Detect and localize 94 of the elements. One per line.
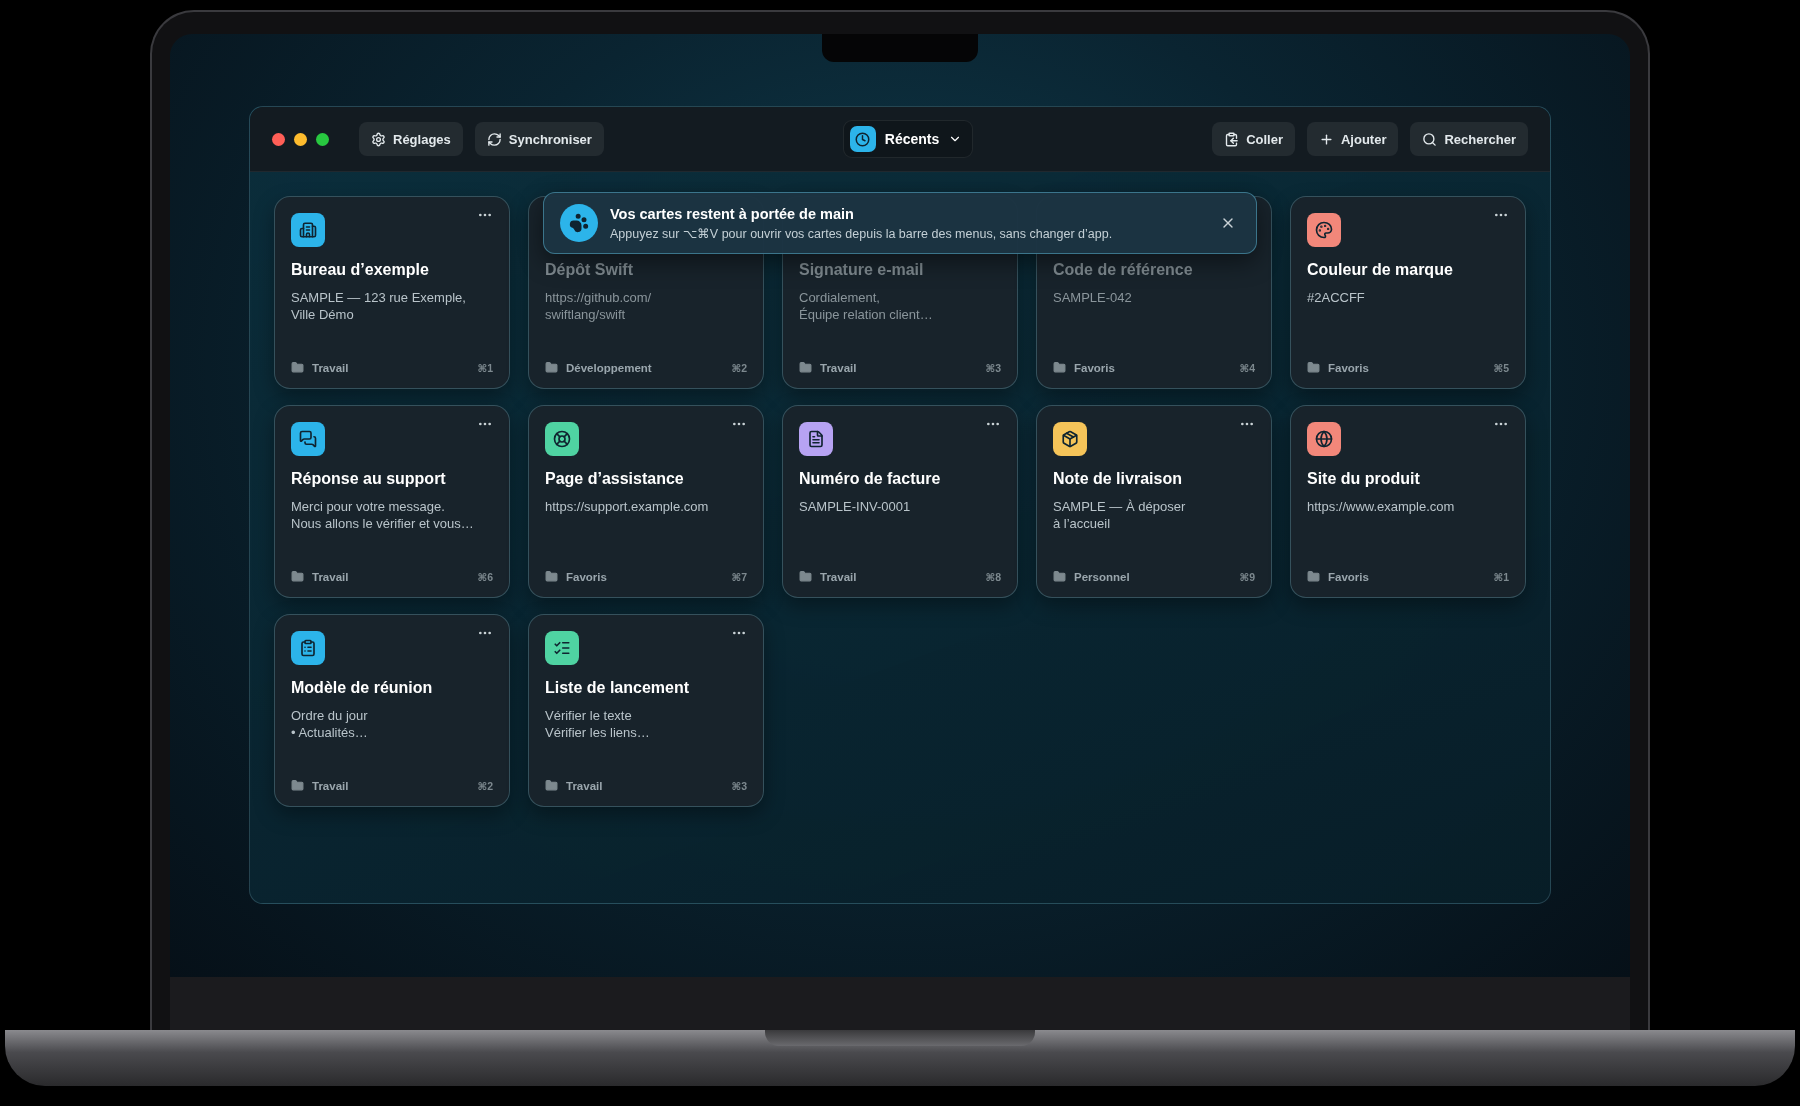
search-icon bbox=[1422, 131, 1438, 147]
window-control-dot[interactable] bbox=[272, 132, 285, 146]
globe-icon bbox=[1315, 430, 1333, 448]
folder-icon bbox=[799, 361, 812, 374]
shortcut-label: ⌘6 bbox=[477, 570, 493, 583]
snippet-card[interactable]: Bureau d’exemple SAMPLE — 123 rue Exemple, Ville Démo Travail ⌘1 bbox=[274, 196, 510, 389]
card-preview: SAMPLE-042 bbox=[1053, 289, 1133, 306]
folder-label: Travail bbox=[312, 570, 350, 583]
clock-icon bbox=[849, 126, 876, 152]
shortcut-label: ⌘4 bbox=[1239, 361, 1255, 374]
card-preview: Cordialement, Équipe relation client… bbox=[799, 289, 934, 323]
snippet-card[interactable]: Numéro de facture SAMPLE-INV-0001 Travail ⌘8 bbox=[782, 405, 1018, 598]
card-title: Code de référence bbox=[1053, 261, 1194, 279]
window-control-dot[interactable] bbox=[294, 132, 307, 146]
shortcut-label: ⌘5 bbox=[1493, 361, 1509, 374]
folder-label: Travail bbox=[820, 361, 858, 374]
folder-label: Favoris bbox=[566, 570, 608, 583]
card-preview: https://github.com/ swiftlang/swift bbox=[545, 289, 653, 323]
refresh-icon bbox=[486, 131, 502, 147]
folder-label: Travail bbox=[312, 779, 350, 792]
folder-label: Travail bbox=[566, 779, 604, 792]
search-button[interactable]: Rechercher bbox=[1410, 122, 1528, 156]
palette-icon bbox=[1315, 221, 1333, 239]
shortcut-label: ⌘3 bbox=[731, 779, 747, 792]
folder-icon bbox=[799, 570, 812, 583]
shortcut-label: ⌘1 bbox=[1493, 570, 1509, 583]
folder-label: Développement bbox=[566, 361, 653, 374]
card-title: Signature e-mail bbox=[799, 261, 925, 279]
card-title: Bureau d’exemple bbox=[291, 261, 430, 279]
card-title: Modèle de réunion bbox=[291, 679, 434, 697]
card-title: Liste de lancement bbox=[545, 679, 691, 697]
clipboard-icon bbox=[1224, 131, 1240, 147]
card-preview: https://support.example.com bbox=[545, 498, 710, 515]
folder-label: Travail bbox=[820, 570, 858, 583]
folder-icon bbox=[291, 570, 304, 583]
snippet-card[interactable]: Réponse au support Merci pour votre message. Nous allons le vérifier et vous… Travail ⌘6 bbox=[274, 405, 510, 598]
folder-icon bbox=[545, 570, 558, 583]
shortcut-label: ⌘2 bbox=[731, 361, 747, 374]
folder-icon bbox=[545, 779, 558, 792]
shortcut-label: ⌘7 bbox=[731, 570, 747, 583]
settings-button[interactable]: Réglages bbox=[359, 122, 463, 156]
folder-icon bbox=[291, 361, 304, 374]
card-title: Site du produit bbox=[1307, 470, 1421, 488]
snippet-card[interactable]: Note de livraison SAMPLE — À déposer à l’accueil Personnel ⌘9 bbox=[1036, 405, 1272, 598]
plus-icon bbox=[1318, 131, 1334, 147]
box-icon bbox=[1061, 430, 1079, 448]
folder-label: Favoris bbox=[1074, 361, 1116, 374]
view-menu-button[interactable]: Récents bbox=[842, 120, 974, 158]
snippet-card[interactable]: Modèle de réunion Ordre du jour • Actualités… Travail ⌘2 bbox=[274, 614, 510, 807]
card-preview: Ordre du jour • Actualités… bbox=[291, 707, 369, 741]
folder-icon bbox=[291, 779, 304, 792]
card-title: Couleur de marque bbox=[1307, 261, 1454, 279]
paw-icon bbox=[560, 204, 598, 242]
sync-button[interactable]: Synchroniser bbox=[474, 122, 604, 156]
shortcut-label: ⌘3 bbox=[985, 361, 1001, 374]
shortcut-label: ⌘9 bbox=[1239, 570, 1255, 583]
card-title: Note de livraison bbox=[1053, 470, 1183, 488]
card-preview: SAMPLE — 123 rue Exemple, Ville Démo bbox=[291, 289, 467, 323]
snippet-card[interactable]: Page d’assistance https://support.example.com Favoris ⌘7 bbox=[528, 405, 764, 598]
shortcut-label: ⌘1 bbox=[477, 361, 493, 374]
card-preview: SAMPLE — À déposer à l’accueil bbox=[1053, 498, 1187, 532]
chat-bubbles-icon bbox=[299, 430, 317, 448]
building-icon bbox=[299, 221, 317, 239]
lifebuoy-icon bbox=[553, 430, 571, 448]
snippet-card[interactable]: Liste de lancement Vérifier le texte Vérifier les liens… Travail ⌘3 bbox=[528, 614, 764, 807]
folder-icon bbox=[1053, 570, 1066, 583]
folder-label: Favoris bbox=[1328, 570, 1370, 583]
folder-icon bbox=[545, 361, 558, 374]
shortcut-label: ⌘2 bbox=[477, 779, 493, 792]
card-preview: Vérifier le texte Vérifier les liens… bbox=[545, 707, 651, 741]
card-title: Numéro de facture bbox=[799, 470, 942, 488]
card-title: Page d’assistance bbox=[545, 470, 685, 488]
folder-icon bbox=[1307, 361, 1320, 374]
card-title: Dépôt Swift bbox=[545, 261, 634, 279]
gear-icon bbox=[371, 131, 386, 147]
checklist-icon bbox=[553, 639, 571, 657]
card-preview: #2ACCFF bbox=[1307, 289, 1366, 306]
paste-button[interactable]: Coller bbox=[1212, 122, 1295, 156]
shortcut-label: ⌘8 bbox=[985, 570, 1001, 583]
folder-label: Personnel bbox=[1074, 570, 1131, 583]
card-preview: https://www.example.com bbox=[1307, 498, 1456, 515]
folder-icon bbox=[1307, 570, 1320, 583]
folder-label: Favoris bbox=[1328, 361, 1370, 374]
card-preview: SAMPLE-INV-0001 bbox=[799, 498, 912, 515]
add-button[interactable]: Ajouter bbox=[1306, 122, 1399, 156]
window-control-dot[interactable] bbox=[316, 132, 329, 146]
snippet-card[interactable]: Couleur de marque #2ACCFF Favoris ⌘5 bbox=[1290, 196, 1526, 389]
card-preview: Merci pour votre message. Nous allons le vérifier et vous… bbox=[291, 498, 475, 532]
document-icon bbox=[807, 430, 825, 448]
folder-icon bbox=[1053, 361, 1066, 374]
snippet-card[interactable]: Site du produit https://www.example.com Favoris ⌘1 bbox=[1290, 405, 1526, 598]
folder-label: Travail bbox=[312, 361, 350, 374]
card-title: Réponse au support bbox=[291, 470, 447, 488]
clipboard-icon bbox=[299, 639, 317, 657]
